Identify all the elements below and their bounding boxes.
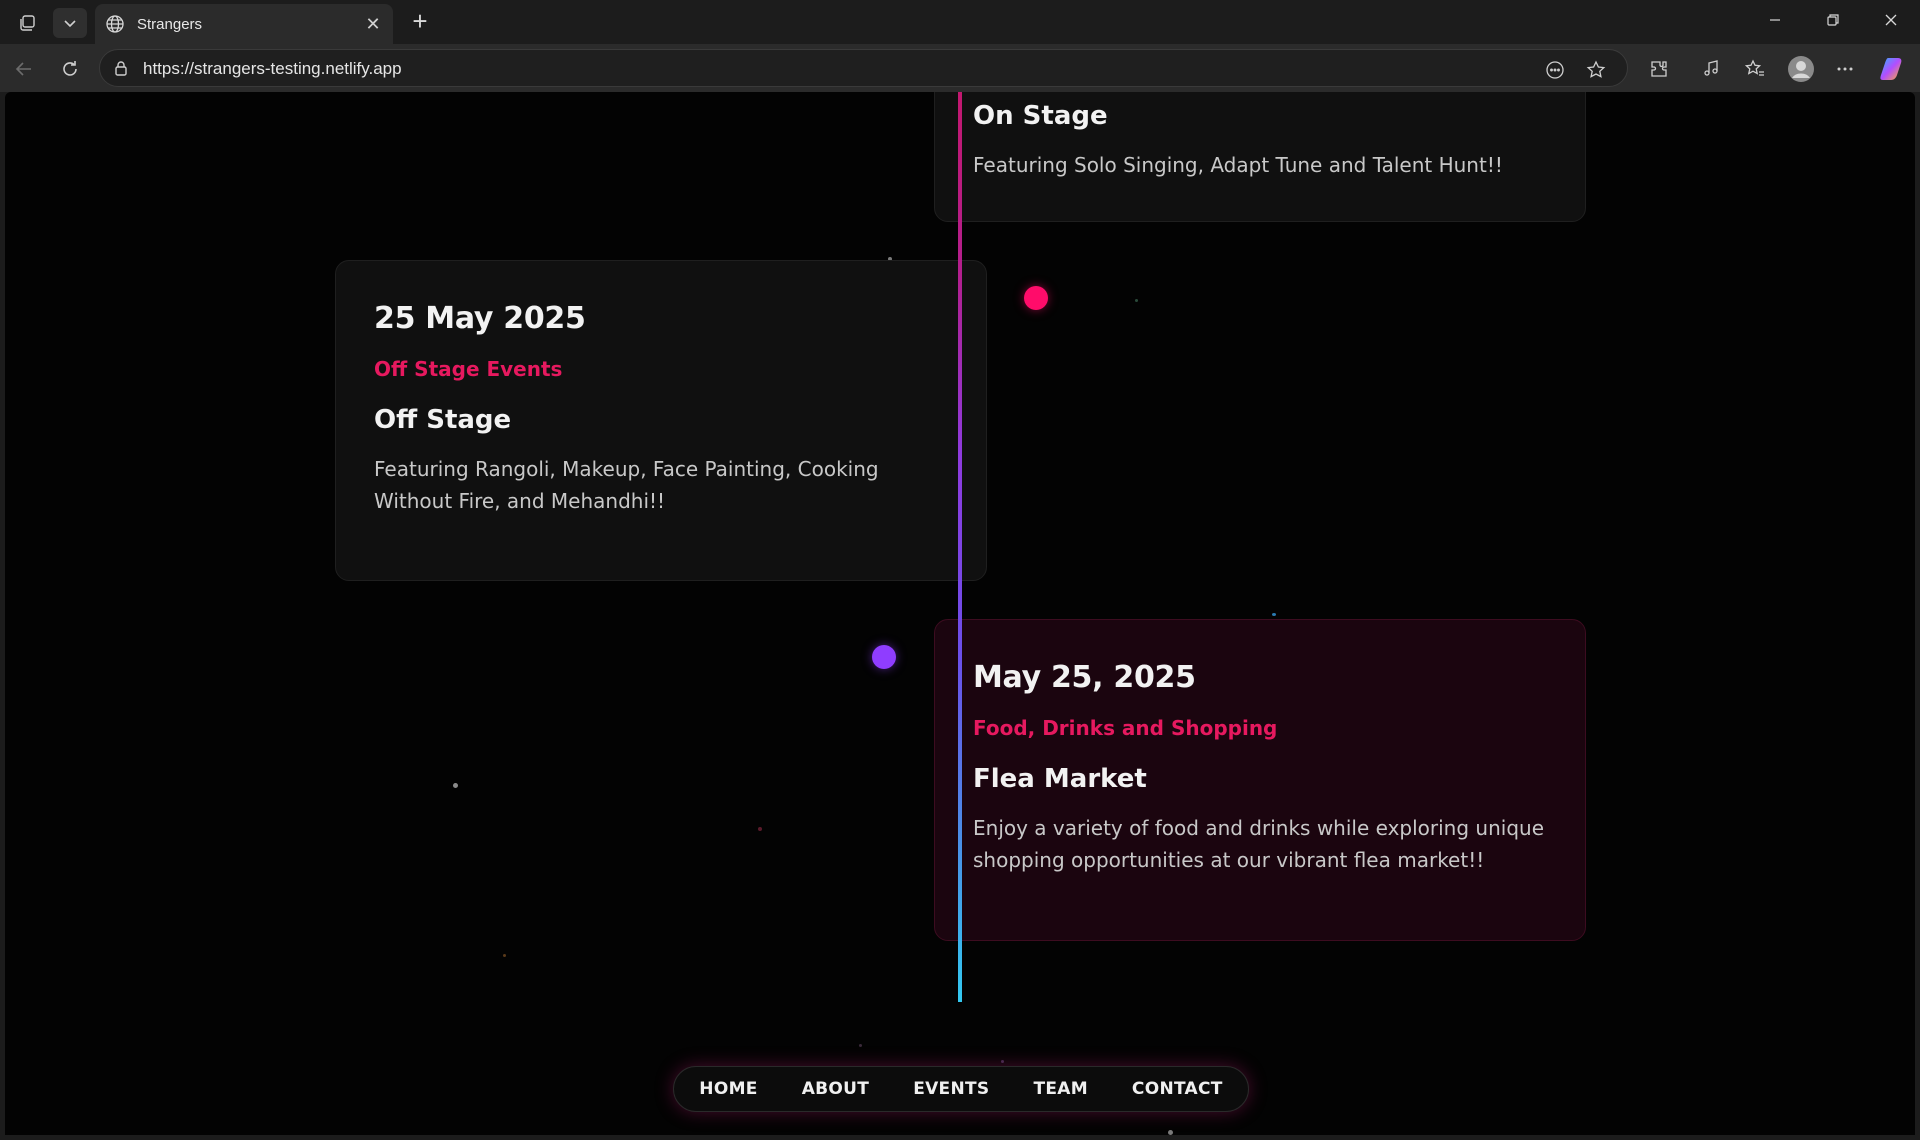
back-arrow-icon[interactable] [8, 53, 40, 85]
star-particle [453, 783, 458, 788]
reload-icon[interactable] [54, 53, 86, 85]
bottom-nav: HOME ABOUT EVENTS TEAM CONTACT [673, 1066, 1249, 1112]
globe-icon [106, 15, 124, 33]
event-date: 25 May 2025 [374, 301, 586, 336]
address-toolbar [0, 44, 1920, 92]
timeline-card-on-stage: On Stage Featuring Solo Singing, Adapt T… [934, 92, 1586, 222]
event-category: Off Stage Events [374, 357, 563, 381]
nav-link-events[interactable]: EVENTS [891, 1079, 1011, 1099]
page-viewport: On Stage Featuring Solo Singing, Adapt T… [5, 92, 1915, 1135]
event-category: Food, Drinks and Shopping [973, 716, 1278, 740]
address-bar[interactable] [99, 49, 1628, 87]
restore-icon[interactable] [1804, 0, 1862, 40]
event-description: Featuring Rangoli, Makeup, Face Painting… [374, 457, 879, 513]
event-description: Enjoy a variety of food and drinks while… [973, 816, 1544, 872]
event-title: Flea Market [973, 764, 1147, 794]
extensions-icon[interactable] [1646, 56, 1672, 82]
url-input[interactable] [143, 59, 1343, 79]
tab-title: Strangers [137, 15, 203, 33]
event-title: Off Stage [374, 405, 512, 435]
timeline-marker-dot [872, 645, 896, 669]
star-particle [758, 827, 762, 831]
star-particle [1272, 613, 1276, 616]
star-particle [1001, 1060, 1004, 1063]
minimize-icon[interactable] [1746, 0, 1804, 40]
event-title: On Stage [973, 101, 1108, 131]
close-window-icon[interactable] [1862, 0, 1920, 40]
profile-avatar-icon[interactable] [1786, 54, 1816, 84]
media-control-icon[interactable] [1698, 56, 1724, 82]
reading-mode-icon[interactable] [1542, 57, 1568, 83]
browser-window: Strangers ✕ + https://strangers-testing.… [0, 0, 1920, 1140]
new-tab-icon[interactable]: + [404, 6, 436, 36]
tab-strangers[interactable]: Strangers ✕ [95, 4, 393, 44]
copilot-icon[interactable] [1878, 54, 1908, 84]
nav-link-contact[interactable]: CONTACT [1110, 1079, 1245, 1099]
star-particle [859, 1044, 862, 1047]
workspaces-icon[interactable] [10, 8, 44, 38]
event-description: Featuring Solo Singing, Adapt Tune and T… [973, 153, 1503, 177]
tab-bar: Strangers ✕ + [0, 0, 1920, 44]
timeline-card-off-stage: 25 May 2025 Off Stage Events Off Stage F… [335, 260, 987, 581]
favorite-star-icon[interactable] [1583, 57, 1609, 83]
timeline-card-flea-market: May 25, 2025 Food, Drinks and Shopping F… [934, 619, 1586, 941]
favorites-icon[interactable] [1742, 56, 1768, 82]
timeline-marker-dot [1024, 286, 1048, 310]
nav-link-home[interactable]: HOME [677, 1079, 779, 1099]
lock-icon[interactable] [112, 59, 130, 77]
event-date: May 25, 2025 [973, 660, 1196, 695]
tab-actions-chevron-down-icon[interactable] [53, 8, 87, 38]
more-options-icon[interactable] [1832, 56, 1858, 82]
timeline-line [958, 92, 962, 1002]
star-particle [503, 954, 506, 957]
star-particle [1168, 1130, 1173, 1135]
star-particle [1135, 299, 1138, 302]
nav-link-about[interactable]: ABOUT [780, 1079, 891, 1099]
close-tab-icon[interactable]: ✕ [363, 14, 383, 34]
nav-link-team[interactable]: TEAM [1011, 1079, 1109, 1099]
